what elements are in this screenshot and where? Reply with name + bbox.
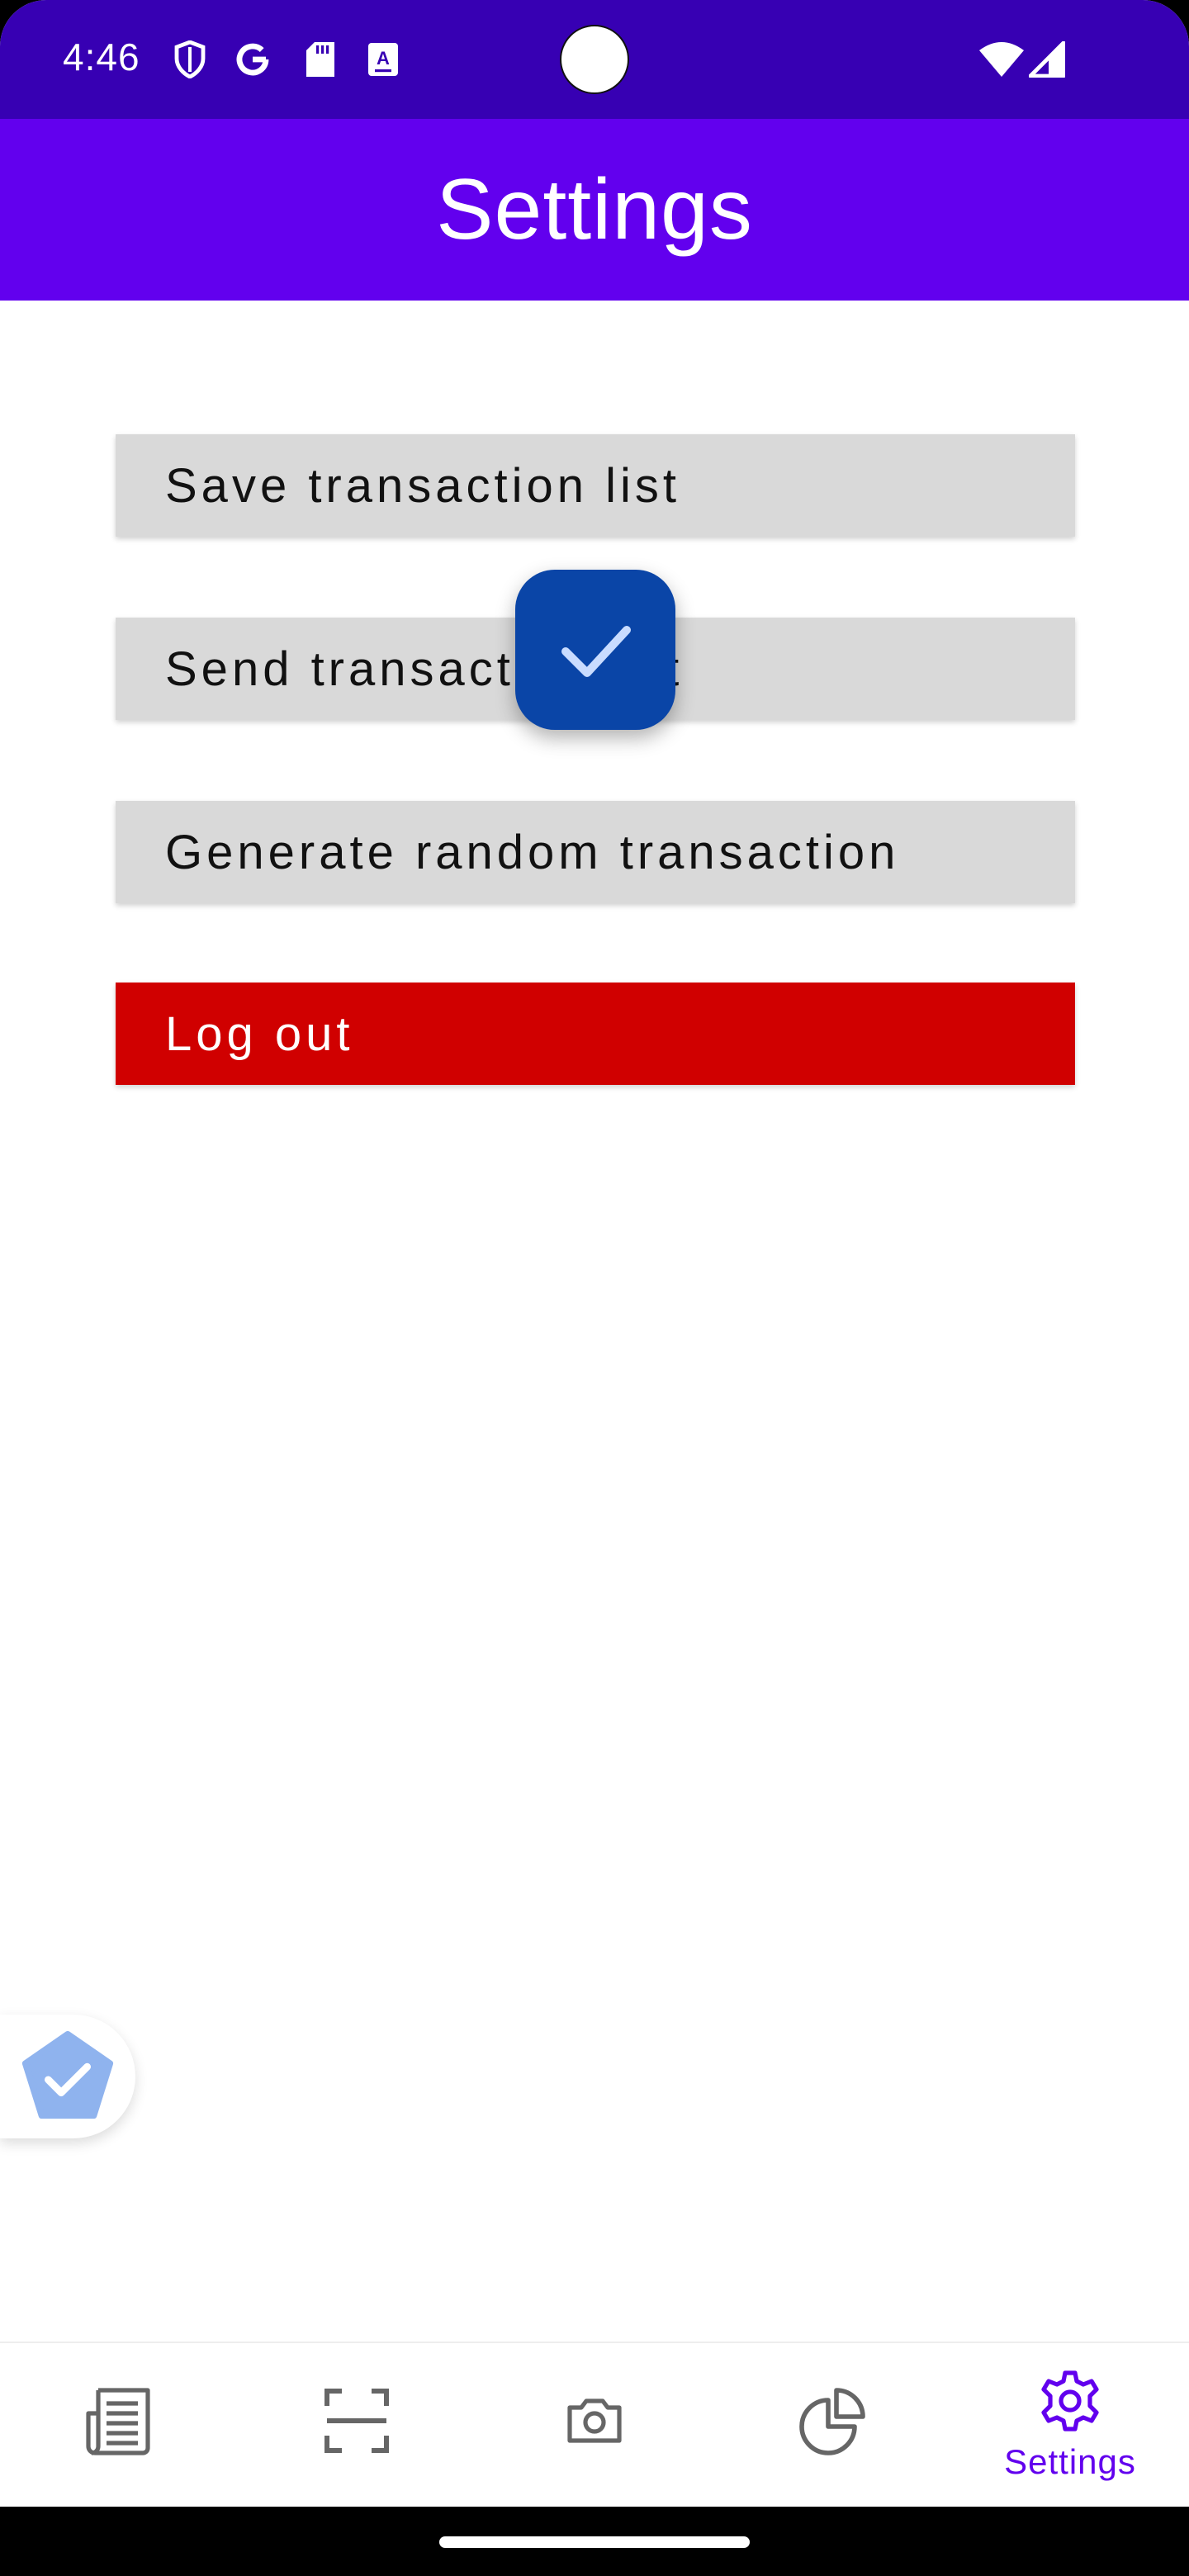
status-bar: 4:46 A bbox=[0, 0, 1189, 119]
screen: 4:46 A Settings Save transaction list Se… bbox=[0, 0, 1189, 2576]
system-navigation-bar bbox=[0, 2507, 1189, 2576]
pentagon-check-icon bbox=[21, 2030, 114, 2119]
keyboard-a-icon: A bbox=[365, 40, 401, 79]
nav-label-settings: Settings bbox=[1004, 2442, 1136, 2481]
status-time: 4:46 bbox=[63, 36, 140, 78]
svg-text:A: A bbox=[377, 48, 390, 69]
gear-icon bbox=[1041, 2370, 1099, 2432]
nav-item-settings[interactable]: Settings bbox=[951, 2343, 1189, 2507]
nav-item-list[interactable] bbox=[0, 2343, 238, 2507]
generate-random-transaction-button[interactable]: Generate random transaction bbox=[116, 801, 1075, 903]
google-icon bbox=[234, 40, 271, 79]
list-icon bbox=[86, 2388, 150, 2455]
scan-icon bbox=[324, 2389, 389, 2453]
home-handle[interactable] bbox=[439, 2536, 750, 2548]
log-out-button[interactable]: Log out bbox=[116, 983, 1075, 1085]
camera-icon bbox=[567, 2398, 622, 2443]
nav-item-scan[interactable] bbox=[238, 2343, 476, 2507]
bottom-navigation: Settings bbox=[0, 2342, 1189, 2507]
page-title: Settings bbox=[436, 161, 753, 258]
shield-icon bbox=[172, 40, 208, 79]
nav-item-stats[interactable] bbox=[713, 2343, 951, 2507]
verified-badge[interactable] bbox=[0, 2015, 135, 2138]
wifi-icon bbox=[979, 40, 1024, 79]
check-icon bbox=[561, 626, 631, 677]
app-bar: Settings bbox=[0, 119, 1189, 301]
sd-card-icon bbox=[302, 40, 339, 79]
save-transaction-list-button[interactable]: Save transaction list bbox=[116, 434, 1075, 537]
nav-item-camera[interactable] bbox=[476, 2343, 713, 2507]
camera-cutout bbox=[560, 25, 629, 94]
check-fab[interactable] bbox=[515, 570, 675, 730]
pie-chart-icon bbox=[799, 2388, 865, 2455]
signal-icon bbox=[1029, 40, 1065, 79]
